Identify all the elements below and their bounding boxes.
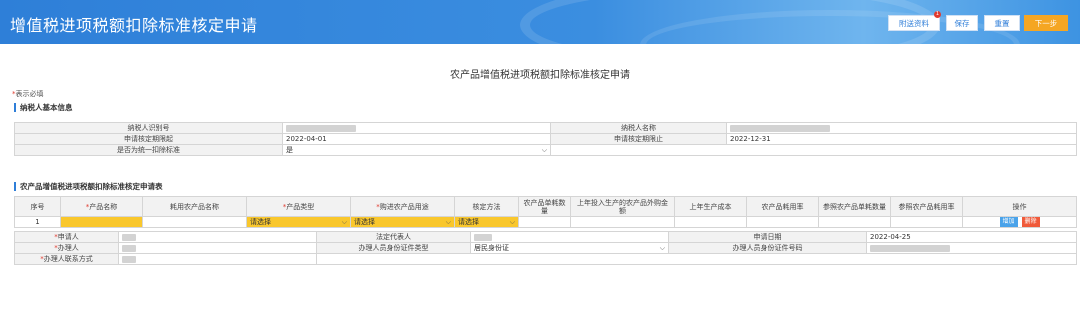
- period-end-label: 申请核定期限止: [550, 133, 727, 145]
- ref-consumption-rate-input[interactable]: [890, 216, 963, 228]
- col-header-product-type: *产品类型: [246, 196, 351, 217]
- page-header: 增值税进项税额扣除标准核定申请 附送资料 1 保存 重置 下一步: [0, 0, 1080, 44]
- id-type-label: 办理人员身份证件类型: [316, 242, 471, 254]
- contact-value[interactable]: [118, 253, 317, 265]
- chevron-down-icon: ⌵: [509, 217, 515, 226]
- col-header-consumed-product: 耗用农产品名称: [142, 196, 247, 217]
- consumption-rate-input[interactable]: [746, 216, 819, 228]
- col-header-purchase-use: *购进农产品用途: [350, 196, 455, 217]
- col-header-index: 序号: [14, 196, 61, 217]
- legal-rep-value: [470, 231, 669, 243]
- period-end-value: 2022-12-31: [726, 133, 1077, 145]
- taxpayer-name-value: [726, 122, 1077, 134]
- basic-info-table: 纳税人识别号 纳税人名称 申请核定期限起 2022-04-01 申请核定期限止 …: [14, 122, 1077, 156]
- applicant-label: *申请人: [14, 231, 119, 243]
- col-header-ref-unit-consumption: 参照农产品单耗数量: [818, 196, 891, 217]
- section-title-basic: 纳税人基本信息: [14, 103, 73, 112]
- period-start-label: 申请核定期限起: [14, 133, 283, 145]
- col-header-actions: 操作: [962, 196, 1077, 217]
- save-button[interactable]: 保存: [946, 15, 978, 31]
- applicant-table: *申请人 法定代表人 申请日期 2022-04-25 *办理人 办理人员身份证件…: [14, 231, 1077, 265]
- apply-date-value[interactable]: 2022-04-25: [866, 231, 1077, 243]
- col-header-product-name: *产品名称: [60, 196, 143, 217]
- legal-rep-label: 法定代表人: [316, 231, 471, 243]
- unified-standard-select[interactable]: 是 ⌵: [282, 144, 551, 156]
- taxpayer-name-label: 纳税人名称: [550, 122, 727, 134]
- purchase-amount-input[interactable]: [570, 216, 675, 228]
- chevron-down-icon: ⌵: [541, 145, 547, 154]
- product-type-select[interactable]: 请选择 ⌵: [246, 216, 351, 228]
- id-type-select[interactable]: 居民身份证 ⌵: [470, 242, 669, 254]
- production-cost-input[interactable]: [674, 216, 747, 228]
- handler-label: *办理人: [14, 242, 119, 254]
- apply-date-label: 申请日期: [668, 231, 867, 243]
- applicant-value[interactable]: [118, 231, 317, 243]
- chevron-down-icon: ⌵: [341, 217, 347, 226]
- empty-cell: [316, 253, 1077, 265]
- col-header-unit-consumption: 农产品单耗数量: [518, 196, 571, 217]
- col-header-production-cost: 上年生产成本: [674, 196, 747, 217]
- id-number-label: 办理人员身份证件号码: [668, 242, 867, 254]
- unified-standard-label: 是否为统一扣除标准: [14, 144, 283, 156]
- form-title: 农产品增值税进项税额扣除标准核定申请: [450, 70, 630, 81]
- ref-unit-consumption-input[interactable]: [818, 216, 891, 228]
- col-header-method: 核定方法: [454, 196, 519, 217]
- chevron-down-icon: ⌵: [445, 217, 451, 226]
- col-header-ref-consumption-rate: 参照农产品耗用率: [890, 196, 963, 217]
- section-title-apply: 农产品增值税进项税额扣除标准核定申请表: [14, 182, 163, 191]
- consumed-product-input[interactable]: [142, 216, 247, 228]
- chevron-down-icon: ⌵: [659, 243, 665, 252]
- row-index: 1: [14, 216, 61, 228]
- next-button[interactable]: 下一步: [1024, 15, 1068, 31]
- apply-table: 序号 *产品名称 耗用农产品名称 *产品类型 *购进农产品用途 核定方法 农产品…: [14, 196, 1077, 228]
- row-actions: 增加 删除: [962, 216, 1077, 228]
- col-header-consumption-rate: 农产品耗用率: [746, 196, 819, 217]
- contact-label: *办理人联系方式: [14, 253, 119, 265]
- page-title: 增值税进项税额扣除标准核定申请: [10, 16, 258, 35]
- unit-consumption-input[interactable]: [518, 216, 571, 228]
- taxpayer-id-value: [282, 122, 551, 134]
- purchase-use-select[interactable]: 请选择 ⌵: [350, 216, 455, 228]
- taxpayer-id-label: 纳税人识别号: [14, 122, 283, 134]
- col-header-purchase-amount: 上年投入生产的农产品外购金额: [570, 196, 675, 217]
- reset-button[interactable]: 重置: [984, 15, 1020, 31]
- add-row-button[interactable]: 增加: [999, 217, 1018, 227]
- delete-row-button[interactable]: 删除: [1021, 217, 1040, 227]
- attach-count-badge: 1: [934, 11, 941, 18]
- empty-cell: [550, 144, 1077, 156]
- handler-value[interactable]: [118, 242, 317, 254]
- required-note: *表示必填: [12, 90, 44, 98]
- id-number-value[interactable]: [866, 242, 1077, 254]
- product-name-input[interactable]: [60, 216, 143, 228]
- period-start-value: 2022-04-01: [282, 133, 551, 145]
- attach-button[interactable]: 附送资料: [888, 15, 940, 31]
- method-select[interactable]: 请选择 ⌵: [454, 216, 519, 228]
